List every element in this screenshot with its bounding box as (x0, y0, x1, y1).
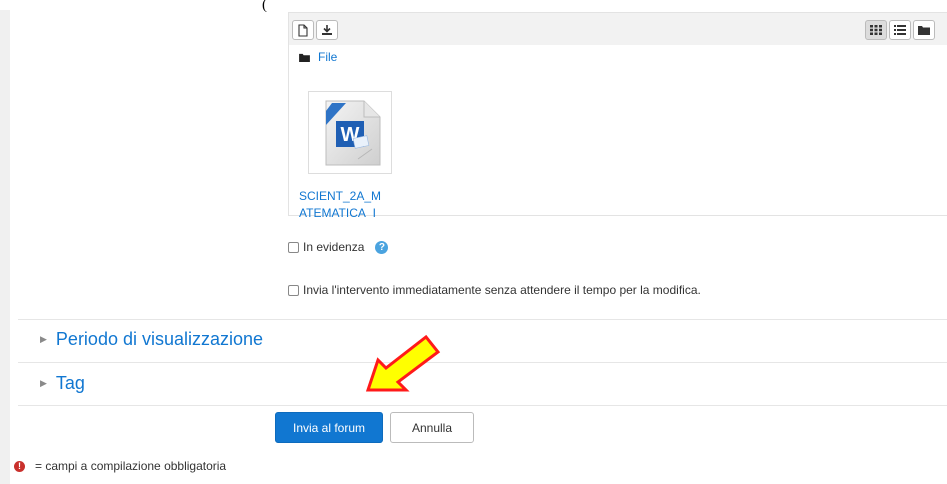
file-manager-toolbar (289, 13, 947, 45)
required-note-text: = campi a compilazione obbligatoria (35, 459, 227, 473)
left-sidebar-edge (0, 10, 10, 484)
highlight-label: In evidenza (303, 240, 365, 254)
send-now-checkbox[interactable] (288, 284, 299, 296)
divider (18, 362, 947, 363)
send-now-label: Invia l'intervento immediatamente senza … (303, 283, 701, 297)
section-display-period-label: Periodo di visualizzazione (55, 329, 264, 349)
arrow-annotation-icon (365, 334, 441, 392)
submit-to-forum-button[interactable]: Invia al forum (275, 412, 383, 443)
section-tags[interactable]: ▶ Tag (40, 373, 85, 394)
section-tags-label: Tag (55, 373, 85, 393)
cancel-button[interactable]: Annulla (390, 412, 474, 443)
help-icon[interactable]: ? (375, 240, 389, 254)
folder-icon (299, 53, 310, 62)
file-thumbnail[interactable]: W (308, 91, 392, 174)
divider (18, 405, 947, 406)
highlight-option: In evidenza ? (288, 240, 389, 254)
header-cut-text: ( (262, 0, 267, 12)
file-new-icon (298, 23, 308, 37)
required-fields-note: ! = campi a compilazione obbligatoria (14, 459, 226, 473)
folder-view-icon (918, 26, 930, 35)
tree-view-button[interactable] (913, 20, 935, 40)
section-display-period[interactable]: ▶ Periodo di visualizzazione (40, 329, 263, 350)
divider (18, 319, 947, 320)
file-name[interactable]: SCIENT_2A_M (299, 188, 409, 205)
required-icon: ! (14, 460, 25, 472)
grid-view-icon (870, 25, 882, 35)
file-manager: File W SCIENT_2A_M ATEMATICA_I (288, 12, 947, 217)
download-all-button[interactable] (316, 20, 338, 40)
add-file-button[interactable] (292, 20, 314, 40)
word-doc-icon: W (325, 100, 381, 165)
folder-path[interactable]: File (299, 50, 337, 64)
grid-view-button[interactable] (865, 20, 887, 40)
download-icon (322, 25, 332, 35)
highlight-checkbox[interactable] (288, 241, 299, 253)
caret-right-icon: ▶ (40, 334, 47, 344)
folder-label: File (318, 50, 338, 64)
file-name-continued[interactable]: ATEMATICA_I (299, 205, 409, 217)
list-view-button[interactable] (889, 20, 911, 40)
send-now-option: Invia l'intervento immediatamente senza … (288, 283, 701, 297)
list-view-icon (894, 25, 906, 35)
caret-right-icon: ▶ (40, 378, 47, 388)
